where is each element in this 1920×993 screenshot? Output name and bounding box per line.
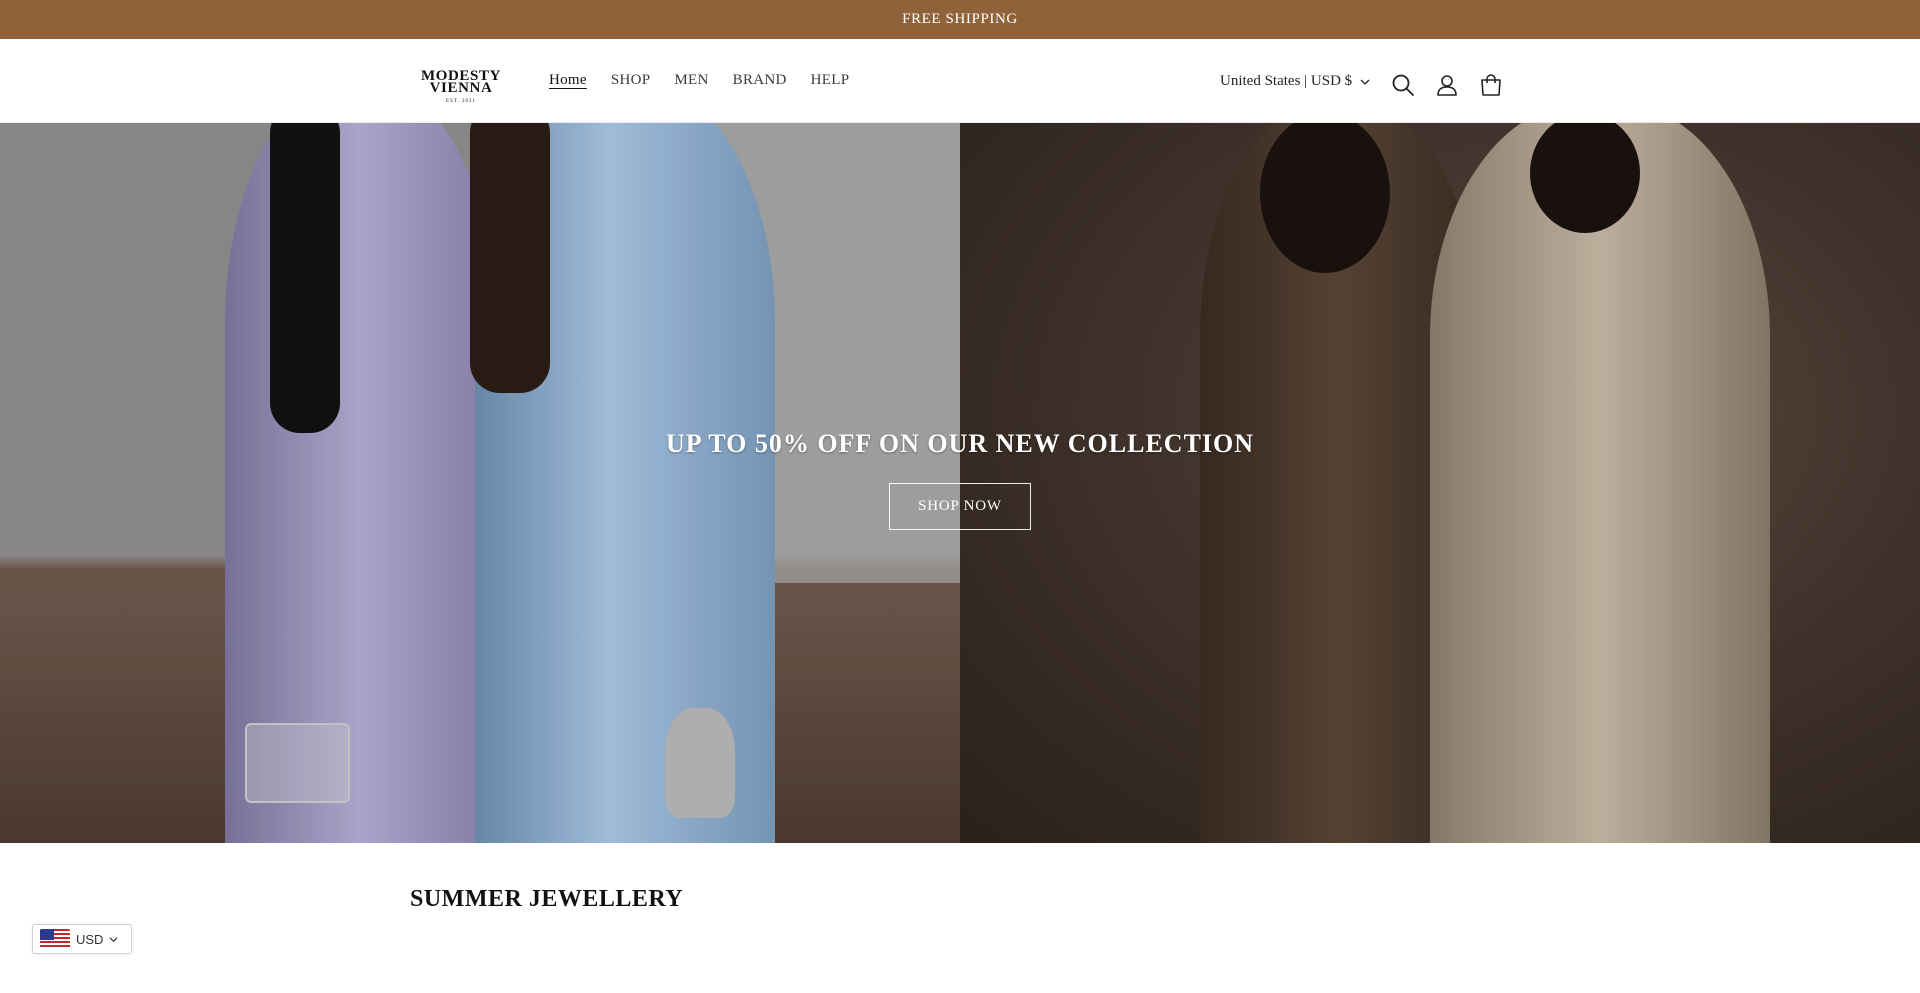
logo-line-2: VIENNA (429, 80, 493, 96)
currency-switcher[interactable]: USD (32, 924, 132, 954)
nav-item-shop[interactable]: SHOP (611, 72, 651, 89)
country-currency-label: United States | USD $ (1220, 73, 1353, 89)
search-button[interactable] (1390, 72, 1416, 98)
nav-item-home[interactable]: Home (549, 72, 587, 89)
brand-logo[interactable]: MODESTY VIENNA EST. 2021 (416, 69, 506, 105)
chevron-down-icon (1360, 79, 1370, 85)
account-icon (1437, 75, 1457, 96)
currency-label: USD (76, 931, 104, 947)
hero-heading: UP TO 50% OFF ON OUR NEW COLLECTION (665, 429, 1255, 458)
hero-content: UP TO 50% OFF ON OUR NEW COLLECTION SHOP… (0, 429, 1920, 530)
site-header: MODESTY VIENNA EST. 2021 Home SHOP MEN B… (0, 39, 1920, 123)
logo-line-3: EST. 2021 (445, 99, 477, 104)
search-icon (1392, 74, 1414, 96)
nav-item-men[interactable]: MEN (674, 72, 708, 89)
country-currency-selector[interactable]: United States | USD $ (1220, 73, 1370, 90)
announcement-bar: FREE SHIPPING (0, 0, 1920, 39)
nav-item-brand[interactable]: BRAND (733, 72, 787, 89)
announcement-text: FREE SHIPPING (902, 11, 1018, 27)
account-button[interactable] (1434, 72, 1460, 98)
us-flag-icon (40, 929, 70, 949)
chevron-down-icon (109, 936, 118, 942)
main-nav: Home SHOP MEN BRAND HELP (549, 72, 873, 89)
section-title: SUMMER JEWELLERY (410, 886, 684, 912)
nav-item-help[interactable]: HELP (811, 72, 850, 89)
hero-banner: UP TO 50% OFF ON OUR NEW COLLECTION SHOP… (0, 123, 1920, 843)
cart-button[interactable] (1478, 72, 1504, 98)
cart-icon (1481, 74, 1501, 96)
shop-now-button[interactable]: SHOP NOW (889, 483, 1031, 530)
